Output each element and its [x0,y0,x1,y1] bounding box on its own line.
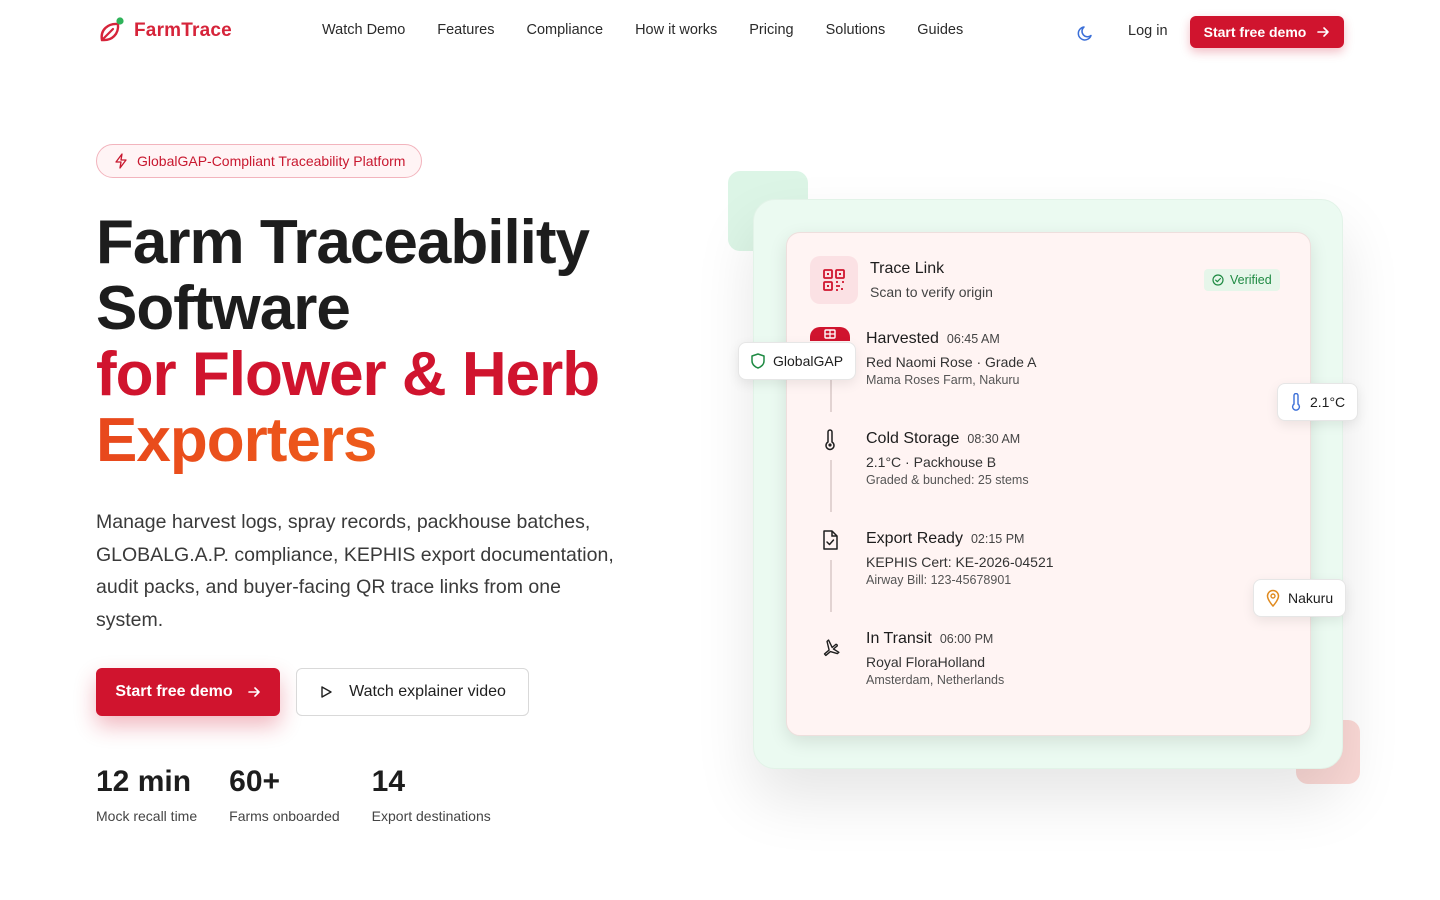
hero-title-line-1: Farm Traceability [96,208,590,277]
nav-links: Watch Demo Features Compliance How it wo… [322,22,995,38]
nav-start-demo-button[interactable]: Start free demo [1190,16,1344,48]
timeline-step-detail: 2.1°C · Packhouse B [866,454,997,470]
thermometer-icon [816,426,844,454]
thermometer-icon [1291,393,1301,411]
stat-farms-onboarded: 60+ Farms onboarded [229,764,340,824]
hero-lead: Manage harvest logs, spray records, pack… [96,511,614,631]
timeline-step-subdetail: Airway Bill: 123-45678901 [866,573,1012,587]
globalgap-chip-label: GlobalGAP [773,353,844,369]
timeline-connector [830,460,832,512]
stat-value: 12 min [96,765,192,798]
play-icon [321,686,332,698]
hero-badge-label: GlobalGAP-Compliant Traceability Platfor… [137,153,406,169]
nav-link-pricing[interactable]: Pricing [749,22,793,38]
brand-logo[interactable]: FarmTrace [96,16,232,46]
timeline-step-title: In Transit 06:00 PM [866,630,993,648]
location-chip: Nakuru [1253,579,1347,617]
plane-icon [816,634,844,662]
timeline-step-subdetail: Mama Roses Farm, Nakuru [866,373,1020,387]
hero-title-line-2: Software [96,274,351,343]
stat-label: Mock recall time [96,808,198,824]
step-time: 06:00 PM [939,632,994,646]
timeline-step-title: Harvested 06:45 AM [866,330,1000,348]
verified-badge: Verified [1204,269,1280,291]
timeline-connector [830,376,832,412]
timeline-step-subdetail: Amsterdam, Netherlands [866,673,1005,687]
nav-link-watch-demo[interactable]: Watch Demo [322,22,405,38]
nav-link-compliance[interactable]: Compliance [527,22,604,38]
nav-link-guides[interactable]: Guides [917,22,963,38]
timeline-connector [830,560,832,612]
timeline-step-title: Cold Storage 08:30 AM [866,430,1020,448]
hero-title-line-3: for Flower & Herb [96,340,600,409]
step-name: In Transit [866,630,932,647]
stat-value: 60+ [229,765,281,798]
timeline-step-detail: Royal FloraHolland [866,654,986,670]
verified-label: Verified [1230,273,1272,287]
timeline-step-detail: Red Naomi Rose · Grade A [866,354,1037,370]
stat-label: Export destinations [371,808,491,824]
nav-link-solutions[interactable]: Solutions [826,22,886,38]
hero-title-line-4: Exporters [96,408,599,474]
nav-link-how-it-works[interactable]: How it works [635,22,717,38]
map-pin-icon [1266,589,1280,607]
shield-icon [751,353,765,369]
step-name: Cold Storage [866,430,960,447]
start-free-demo-label: Start free demo [115,683,233,700]
harvest-icon [810,327,850,341]
watch-explainer-button[interactable]: Watch explainer video [296,668,529,716]
hero-stats: 12 min Mock recall time 60+ Farms onboar… [96,764,523,824]
temperature-chip-label: 2.1°C [1310,394,1346,410]
temperature-chip: 2.1°C [1277,383,1359,421]
step-name: Harvested [866,330,939,347]
arrow-right-icon [247,687,260,697]
stat-export-destinations: 14 Export destinations [372,764,491,824]
lightning-icon [115,153,127,169]
document-check-icon [816,526,844,554]
nav-link-features[interactable]: Features [437,22,494,38]
nav-cta-label: Start free demo [1203,24,1307,40]
step-name: Export Ready [866,530,963,547]
timeline-step-subdetail: Graded & bunched: 25 stems [866,473,1029,487]
hero-title: Farm Traceability Software for Flower & … [96,208,600,474]
step-time: 02:15 PM [970,532,1025,546]
trace-link-title: Trace Link [870,260,945,277]
arrow-right-icon [1317,27,1330,37]
globalgap-chip: GlobalGAP [738,342,857,380]
brand-name: FarmTrace [134,20,232,41]
qr-code-icon [810,256,858,304]
step-time: 08:30 AM [967,432,1021,446]
timeline-step-detail: KEPHIS Cert: KE-2026-04521 [866,554,1054,570]
leaf-logo-icon [100,17,124,42]
moon-icon[interactable] [1076,23,1096,43]
trace-link-subtitle: Scan to verify origin [870,284,993,300]
location-chip-label: Nakuru [1288,590,1334,606]
stat-label: Farms onboarded [229,808,340,824]
hero-badge: GlobalGAP-Compliant Traceability Platfor… [96,144,423,178]
trace-link-card [786,232,1311,736]
top-nav: FarmTrace Watch Demo Features Compliance… [0,0,1440,64]
check-circle-icon [1212,274,1224,286]
watch-explainer-label: Watch explainer video [349,683,506,700]
stat-value: 14 [371,765,406,798]
timeline-step-title: Export Ready 02:15 PM [866,530,1024,548]
login-link[interactable]: Log in [1128,23,1168,39]
stat-recall-time: 12 min Mock recall time [96,764,197,824]
step-time: 06:45 AM [946,332,1000,346]
start-free-demo-button[interactable]: Start free demo [96,668,280,716]
